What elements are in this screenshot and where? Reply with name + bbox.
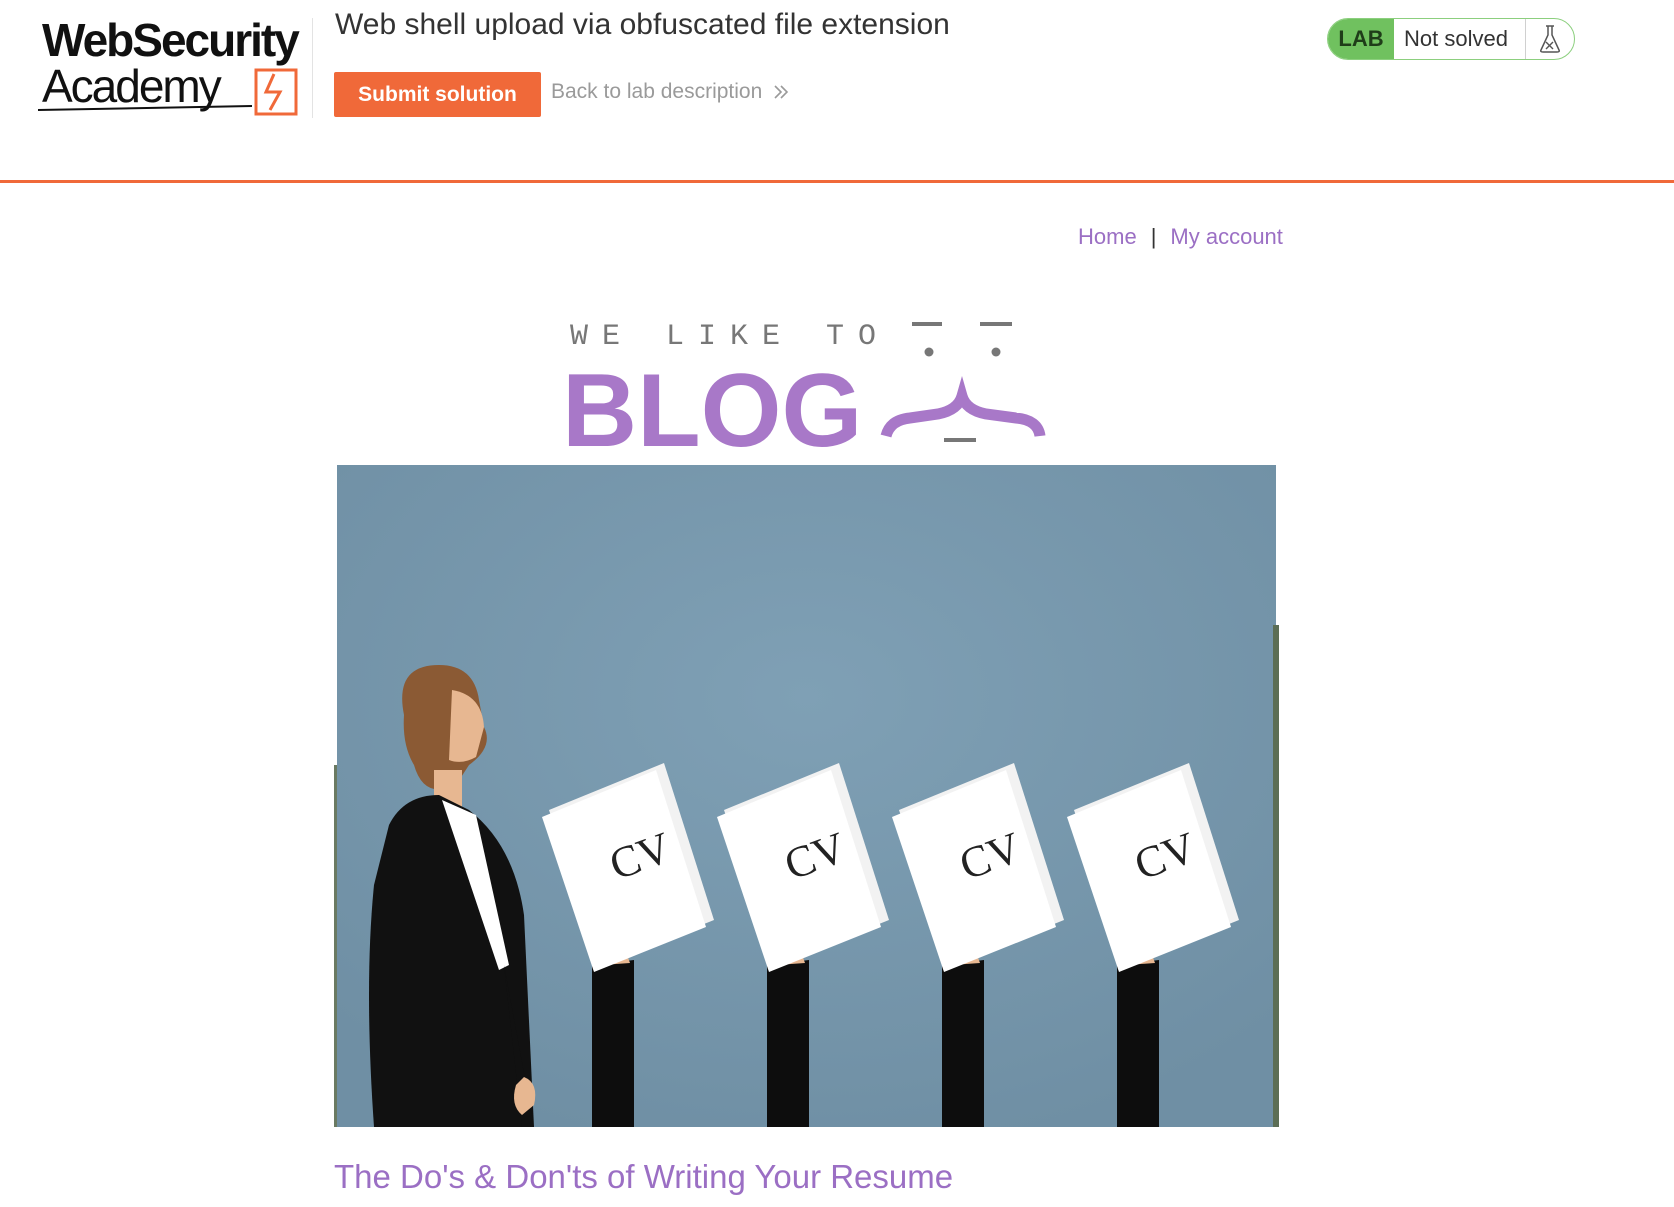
lab-status-text: Not solved — [1404, 26, 1508, 51]
nav-home-link[interactable]: Home — [1078, 224, 1137, 250]
nav-my-account-link[interactable]: My account — [1170, 224, 1283, 250]
post-title-link[interactable]: The Do's & Don'ts of Writing Your Resume — [334, 1158, 953, 1196]
nav-separator: | — [1150, 224, 1157, 249]
logo-divider — [312, 18, 313, 118]
back-link-label: Back to lab description — [551, 80, 763, 103]
submit-solution-button[interactable]: Submit solution — [334, 72, 541, 117]
double-chevron-right-icon — [774, 85, 789, 99]
svg-text:WE LIKE TO: WE LIKE TO — [570, 320, 890, 354]
svg-text:WebSecurity: WebSecurity — [42, 14, 300, 66]
web-security-academy-logo[interactable]: WebSecurity Academy — [36, 12, 306, 116]
lab-title: Web shell upload via obfuscated file ext… — [335, 8, 950, 41]
header-divider — [0, 180, 1674, 183]
lab-status-widget: LAB Not solved — [1327, 18, 1575, 60]
svg-text:Academy: Academy — [42, 60, 222, 112]
flask-icon — [1525, 19, 1574, 59]
svg-text:BLOG: BLOG — [562, 353, 862, 460]
post-hero-image[interactable]: CV CV CV CV — [334, 465, 1279, 1127]
lab-badge: LAB — [1328, 19, 1394, 59]
back-to-lab-description-link[interactable]: Back to lab description — [551, 80, 790, 104]
we-like-to-blog-banner: WE LIKE TO BLOG — [562, 320, 1046, 460]
academy-header: WebSecurity Academy Web shell upload via… — [0, 0, 1674, 184]
face-emoticon-icon — [880, 322, 1046, 442]
blog-nav: Home | My account — [1078, 224, 1283, 250]
